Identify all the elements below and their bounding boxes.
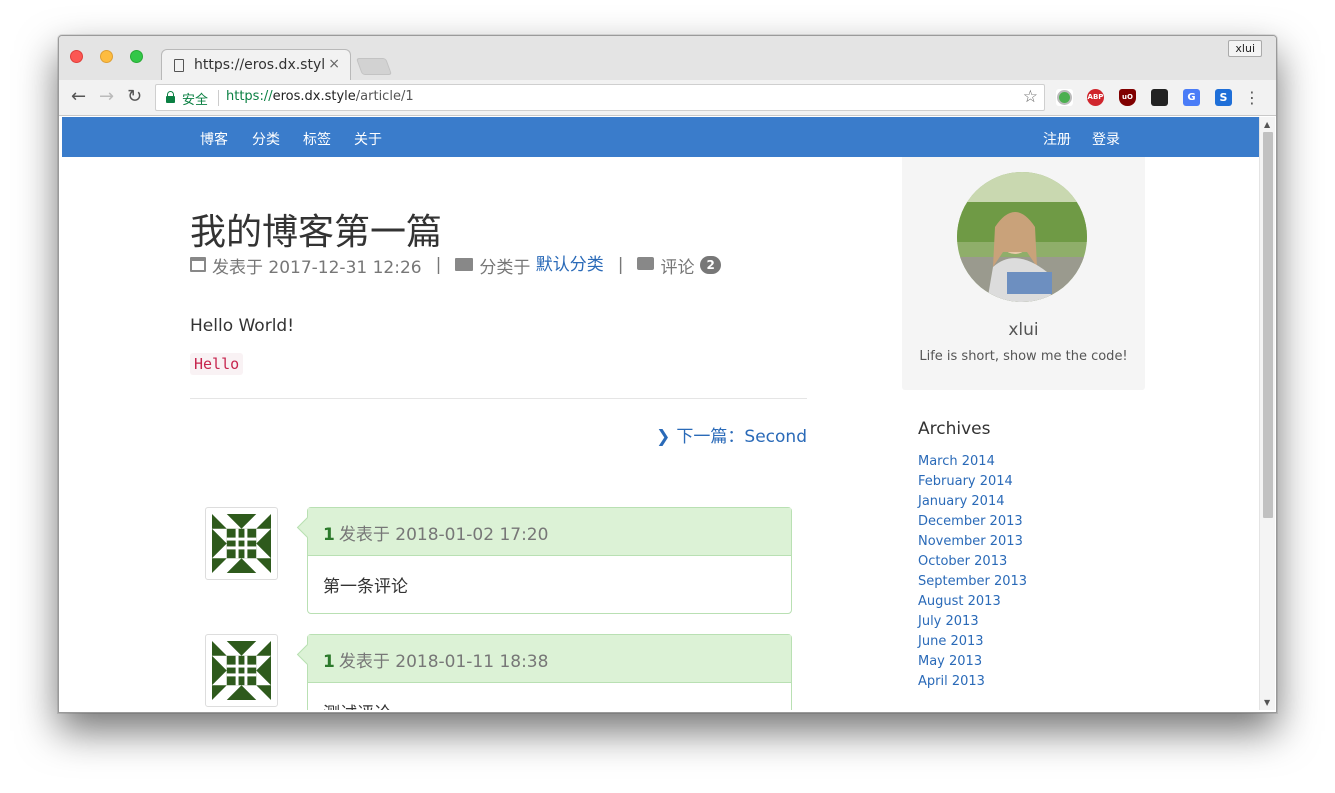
identicon-avatar-icon — [212, 641, 271, 700]
archives-list: March 2014 February 2014 January 2014 De… — [918, 452, 1027, 692]
identicon-avatar-icon — [212, 514, 271, 573]
profile-photo-image — [957, 172, 1087, 302]
archive-link[interactable]: February 2014 — [918, 472, 1027, 492]
reload-button[interactable]: ↻ — [127, 87, 142, 107]
archives-title: Archives — [918, 419, 991, 439]
minimize-window-button[interactable] — [100, 50, 113, 63]
nav-tags[interactable]: 标签 — [303, 129, 331, 149]
close-window-button[interactable] — [70, 50, 83, 63]
code-snippet: Hello — [190, 353, 244, 375]
comment-floor: 1 — [323, 652, 335, 672]
scroll-down-arrow-icon[interactable]: ▼ — [1264, 698, 1270, 707]
meta-separator: | — [617, 255, 624, 275]
comment-panel: 1 发表于 2018-01-02 17:20 第一条评论 — [307, 507, 792, 614]
comment-avatar[interactable] — [205, 634, 278, 707]
url-scheme: https:// — [226, 89, 273, 104]
archive-link[interactable]: June 2013 — [918, 632, 1027, 652]
archive-link[interactable]: March 2014 — [918, 452, 1027, 472]
archive-link[interactable]: September 2013 — [918, 572, 1027, 592]
secure-label: 安全 — [182, 93, 209, 108]
menu-icon[interactable]: ⋮ — [1244, 88, 1260, 107]
nav-register[interactable]: 注册 — [1043, 129, 1071, 149]
profile-photo — [957, 172, 1087, 302]
forward-button[interactable]: → — [99, 87, 114, 107]
archive-link[interactable]: November 2013 — [918, 532, 1027, 552]
meta-separator: | — [435, 255, 442, 275]
archive-link[interactable]: October 2013 — [918, 552, 1027, 572]
back-button[interactable]: ← — [71, 87, 86, 107]
s-extension-icon[interactable]: S — [1215, 89, 1232, 106]
nav-categories[interactable]: 分类 — [252, 129, 280, 149]
circle-extension-icon[interactable] — [1056, 89, 1073, 106]
nav-login[interactable]: 登录 — [1092, 129, 1120, 149]
tampermonkey-icon[interactable] — [1151, 89, 1168, 106]
tab-close-icon[interactable]: × — [328, 56, 340, 72]
archive-link[interactable]: April 2013 — [918, 672, 1027, 692]
nav-blog[interactable]: 博客 — [200, 129, 228, 149]
next-post-label: 下一篇：Second — [676, 427, 807, 447]
browser-tab[interactable]: https://eros.dx.style × — [161, 49, 351, 80]
post-date: 发表于 2017-12-31 12:26 — [212, 257, 422, 278]
document-icon — [174, 59, 184, 72]
post-title: 我的博客第一篇 — [190, 212, 443, 253]
bookmark-star-icon[interactable]: ☆ — [1023, 87, 1038, 107]
page-viewport: 博客 分类 标签 关于 注册 登录 我的博客第一篇 发表于 2017-12-31… — [62, 117, 1259, 710]
url-path: /article/1 — [355, 89, 414, 104]
archive-link[interactable]: December 2013 — [918, 512, 1027, 532]
category-link[interactable]: 默认分类 — [536, 255, 604, 275]
post-body: Hello World! — [190, 316, 295, 336]
adblock-plus-icon[interactable]: ABP — [1087, 89, 1104, 106]
maximize-window-button[interactable] — [130, 50, 143, 63]
google-translate-icon[interactable]: G — [1183, 89, 1200, 106]
profile-button[interactable]: xlui — [1228, 40, 1262, 57]
address-bar[interactable]: 安全 https://eros.dx.style/article/1 ☆ — [155, 84, 1045, 111]
category-prefix: 分类于 — [479, 257, 531, 278]
browser-toolbar: ← → ↻ 安全 https://eros.dx.style/article/1… — [59, 80, 1276, 116]
ublock-origin-icon[interactable]: uO — [1119, 89, 1136, 106]
post-divider — [190, 398, 807, 399]
comments-count-badge: 2 — [700, 256, 721, 274]
comment-floor: 1 — [323, 525, 335, 545]
tab-title: https://eros.dx.style — [194, 57, 324, 73]
browser-window: https://eros.dx.style × xlui ← → ↻ 安全 ht… — [58, 35, 1277, 713]
profile-bio: Life is short, show me the code! — [919, 349, 1128, 364]
scroll-thumb[interactable] — [1263, 132, 1273, 518]
omnibox-divider — [218, 90, 219, 106]
url-text[interactable]: https://eros.dx.style/article/1 — [226, 89, 414, 104]
comment-header: 1 发表于 2018-01-11 18:38 — [308, 635, 791, 683]
comments-label: 评论 — [660, 257, 695, 278]
archive-link[interactable]: May 2013 — [918, 652, 1027, 672]
comment-header: 1 发表于 2018-01-02 17:20 — [308, 508, 791, 556]
scroll-up-arrow-icon[interactable]: ▲ — [1264, 120, 1270, 129]
profile-name: xlui — [1008, 320, 1039, 340]
folder-icon — [455, 257, 474, 271]
site-navbar: 博客 分类 标签 关于 注册 登录 — [62, 117, 1259, 157]
comment-panel: 1发表于 2018-01-11 18:38 测试评论 — [307, 634, 792, 710]
comment-text: 第一条评论 — [323, 577, 408, 597]
title-bar: https://eros.dx.style × xlui — [59, 36, 1276, 80]
archive-link[interactable]: January 2014 — [918, 492, 1027, 512]
profile-card: xlui Life is short, show me the code! — [902, 157, 1145, 390]
comment-meta: 发表于 2018-01-11 18:38 — [338, 652, 549, 672]
archive-link[interactable]: August 2013 — [918, 592, 1027, 612]
page-scrollbar[interactable]: ▲ ▼ — [1259, 117, 1275, 710]
comment-text: 测试评论 — [308, 683, 791, 710]
comment-avatar[interactable] — [205, 507, 278, 580]
next-post-link[interactable]: ❯ 下一篇：Second — [656, 422, 807, 447]
archive-link[interactable]: July 2013 — [918, 612, 1027, 632]
calendar-icon — [190, 256, 206, 272]
nav-about[interactable]: 关于 — [354, 129, 382, 149]
new-tab-button[interactable] — [355, 58, 393, 75]
url-host: eros.dx.style — [272, 89, 356, 104]
lock-icon — [166, 91, 175, 103]
comment-icon — [637, 256, 655, 270]
comment-meta: 发表于 2018-01-02 17:20 — [338, 525, 549, 545]
post-meta: 发表于 2017-12-31 12:26 | 分类于 默认分类 | 评论 2 — [190, 250, 721, 278]
chevron-right-icon: ❯ — [656, 427, 671, 447]
